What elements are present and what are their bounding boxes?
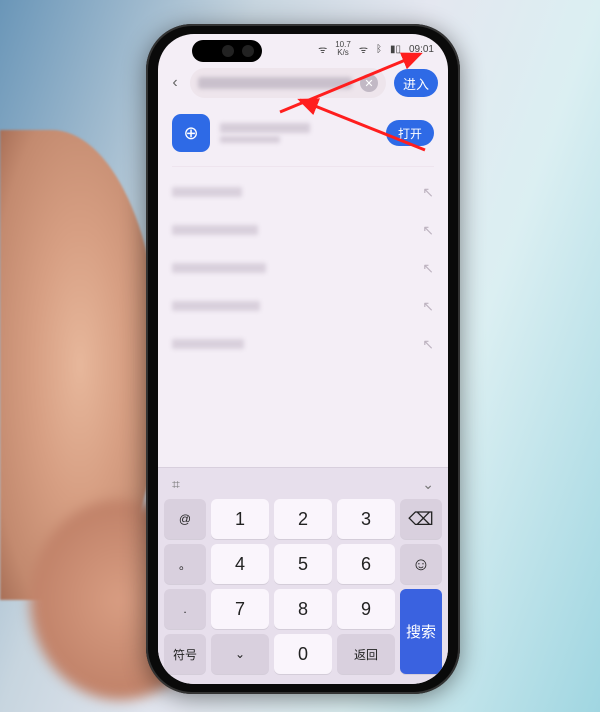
suggestion-text bbox=[172, 301, 260, 311]
camera-pill bbox=[192, 40, 262, 62]
key-return[interactable]: 返回 bbox=[337, 634, 395, 674]
suggestion-row[interactable]: ↖ bbox=[172, 325, 434, 363]
suggestion-row[interactable]: ↖ bbox=[172, 211, 434, 249]
bt-icon: ᛒ bbox=[376, 44, 382, 55]
key-7[interactable]: 7 bbox=[211, 589, 269, 629]
result-subtitle bbox=[220, 136, 280, 143]
suggestion-text bbox=[172, 263, 266, 273]
keyboard: ⌗ ⌄ @ 1 2 3 ⌫ 。 4 5 6 ☺ . 7 8 9 搜索 符号 ⌄ bbox=[158, 467, 448, 684]
search-bar: ‹ ✕ 进入 bbox=[168, 68, 438, 98]
wifi-icon: ᯤ bbox=[359, 42, 368, 56]
key-search[interactable]: 搜索 bbox=[400, 589, 442, 674]
keyboard-toolbar: ⌗ ⌄ bbox=[164, 474, 442, 499]
fill-icon[interactable]: ↖ bbox=[422, 184, 434, 201]
suggestion-text bbox=[172, 225, 258, 235]
fill-icon[interactable]: ↖ bbox=[422, 222, 434, 239]
app-icon: ⊕ bbox=[172, 114, 210, 152]
kb-collapse-icon[interactable]: ⌄ bbox=[422, 476, 434, 493]
key-backspace[interactable]: ⌫ bbox=[400, 499, 442, 539]
suggestion-row[interactable]: ↖ bbox=[172, 173, 434, 211]
key-emoji[interactable]: ☺ bbox=[400, 544, 442, 584]
key-symbols[interactable]: 符号 bbox=[164, 634, 206, 674]
search-field[interactable]: ✕ bbox=[190, 68, 386, 98]
phone-screen: ᯤ 10.7 K/s ᯤ ᛒ ▮▯ 09:01 ‹ ✕ 进入 ⊕ 打开 bbox=[158, 34, 448, 684]
key-3[interactable]: 3 bbox=[337, 499, 395, 539]
kb-layout-icon[interactable]: ⌗ bbox=[172, 476, 180, 493]
key-period-cn[interactable]: 。 bbox=[164, 544, 206, 584]
key-mic[interactable]: ⌄ bbox=[211, 634, 269, 674]
battery-icon: ▮▯ bbox=[390, 44, 401, 55]
clock: 09:01 bbox=[409, 44, 434, 55]
key-2[interactable]: 2 bbox=[274, 499, 332, 539]
key-at[interactable]: @ bbox=[164, 499, 206, 539]
hand-holding-phone bbox=[0, 130, 160, 600]
fill-icon[interactable]: ↖ bbox=[422, 298, 434, 315]
suggestion-text bbox=[172, 187, 242, 197]
app-meta bbox=[220, 120, 376, 146]
back-button[interactable]: ‹ bbox=[168, 74, 182, 92]
key-1[interactable]: 1 bbox=[211, 499, 269, 539]
key-0[interactable]: 0 bbox=[274, 634, 332, 674]
open-button[interactable]: 打开 bbox=[386, 120, 434, 146]
suggestion-row[interactable]: ↖ bbox=[172, 249, 434, 287]
phone-frame: ᯤ 10.7 K/s ᯤ ᛒ ▮▯ 09:01 ‹ ✕ 进入 ⊕ 打开 bbox=[146, 24, 460, 694]
key-9[interactable]: 9 bbox=[337, 589, 395, 629]
suggestions-list: ↖ ↖ ↖ ↖ ↖ bbox=[158, 167, 448, 363]
key-6[interactable]: 6 bbox=[337, 544, 395, 584]
key-8[interactable]: 8 bbox=[274, 589, 332, 629]
suggestion-text bbox=[172, 339, 244, 349]
search-input[interactable] bbox=[198, 77, 352, 89]
enter-button[interactable]: 进入 bbox=[394, 69, 438, 97]
result-title bbox=[220, 123, 310, 133]
key-dot[interactable]: . bbox=[164, 589, 206, 629]
suggestion-row[interactable]: ↖ bbox=[172, 287, 434, 325]
net-speed: 10.7 K/s bbox=[335, 41, 351, 57]
clear-icon[interactable]: ✕ bbox=[360, 74, 378, 92]
key-4[interactable]: 4 bbox=[211, 544, 269, 584]
signal-icon: ᯤ bbox=[318, 42, 327, 56]
fill-icon[interactable]: ↖ bbox=[422, 336, 434, 353]
top-result[interactable]: ⊕ 打开 bbox=[172, 106, 434, 167]
fill-icon[interactable]: ↖ bbox=[422, 260, 434, 277]
key-5[interactable]: 5 bbox=[274, 544, 332, 584]
